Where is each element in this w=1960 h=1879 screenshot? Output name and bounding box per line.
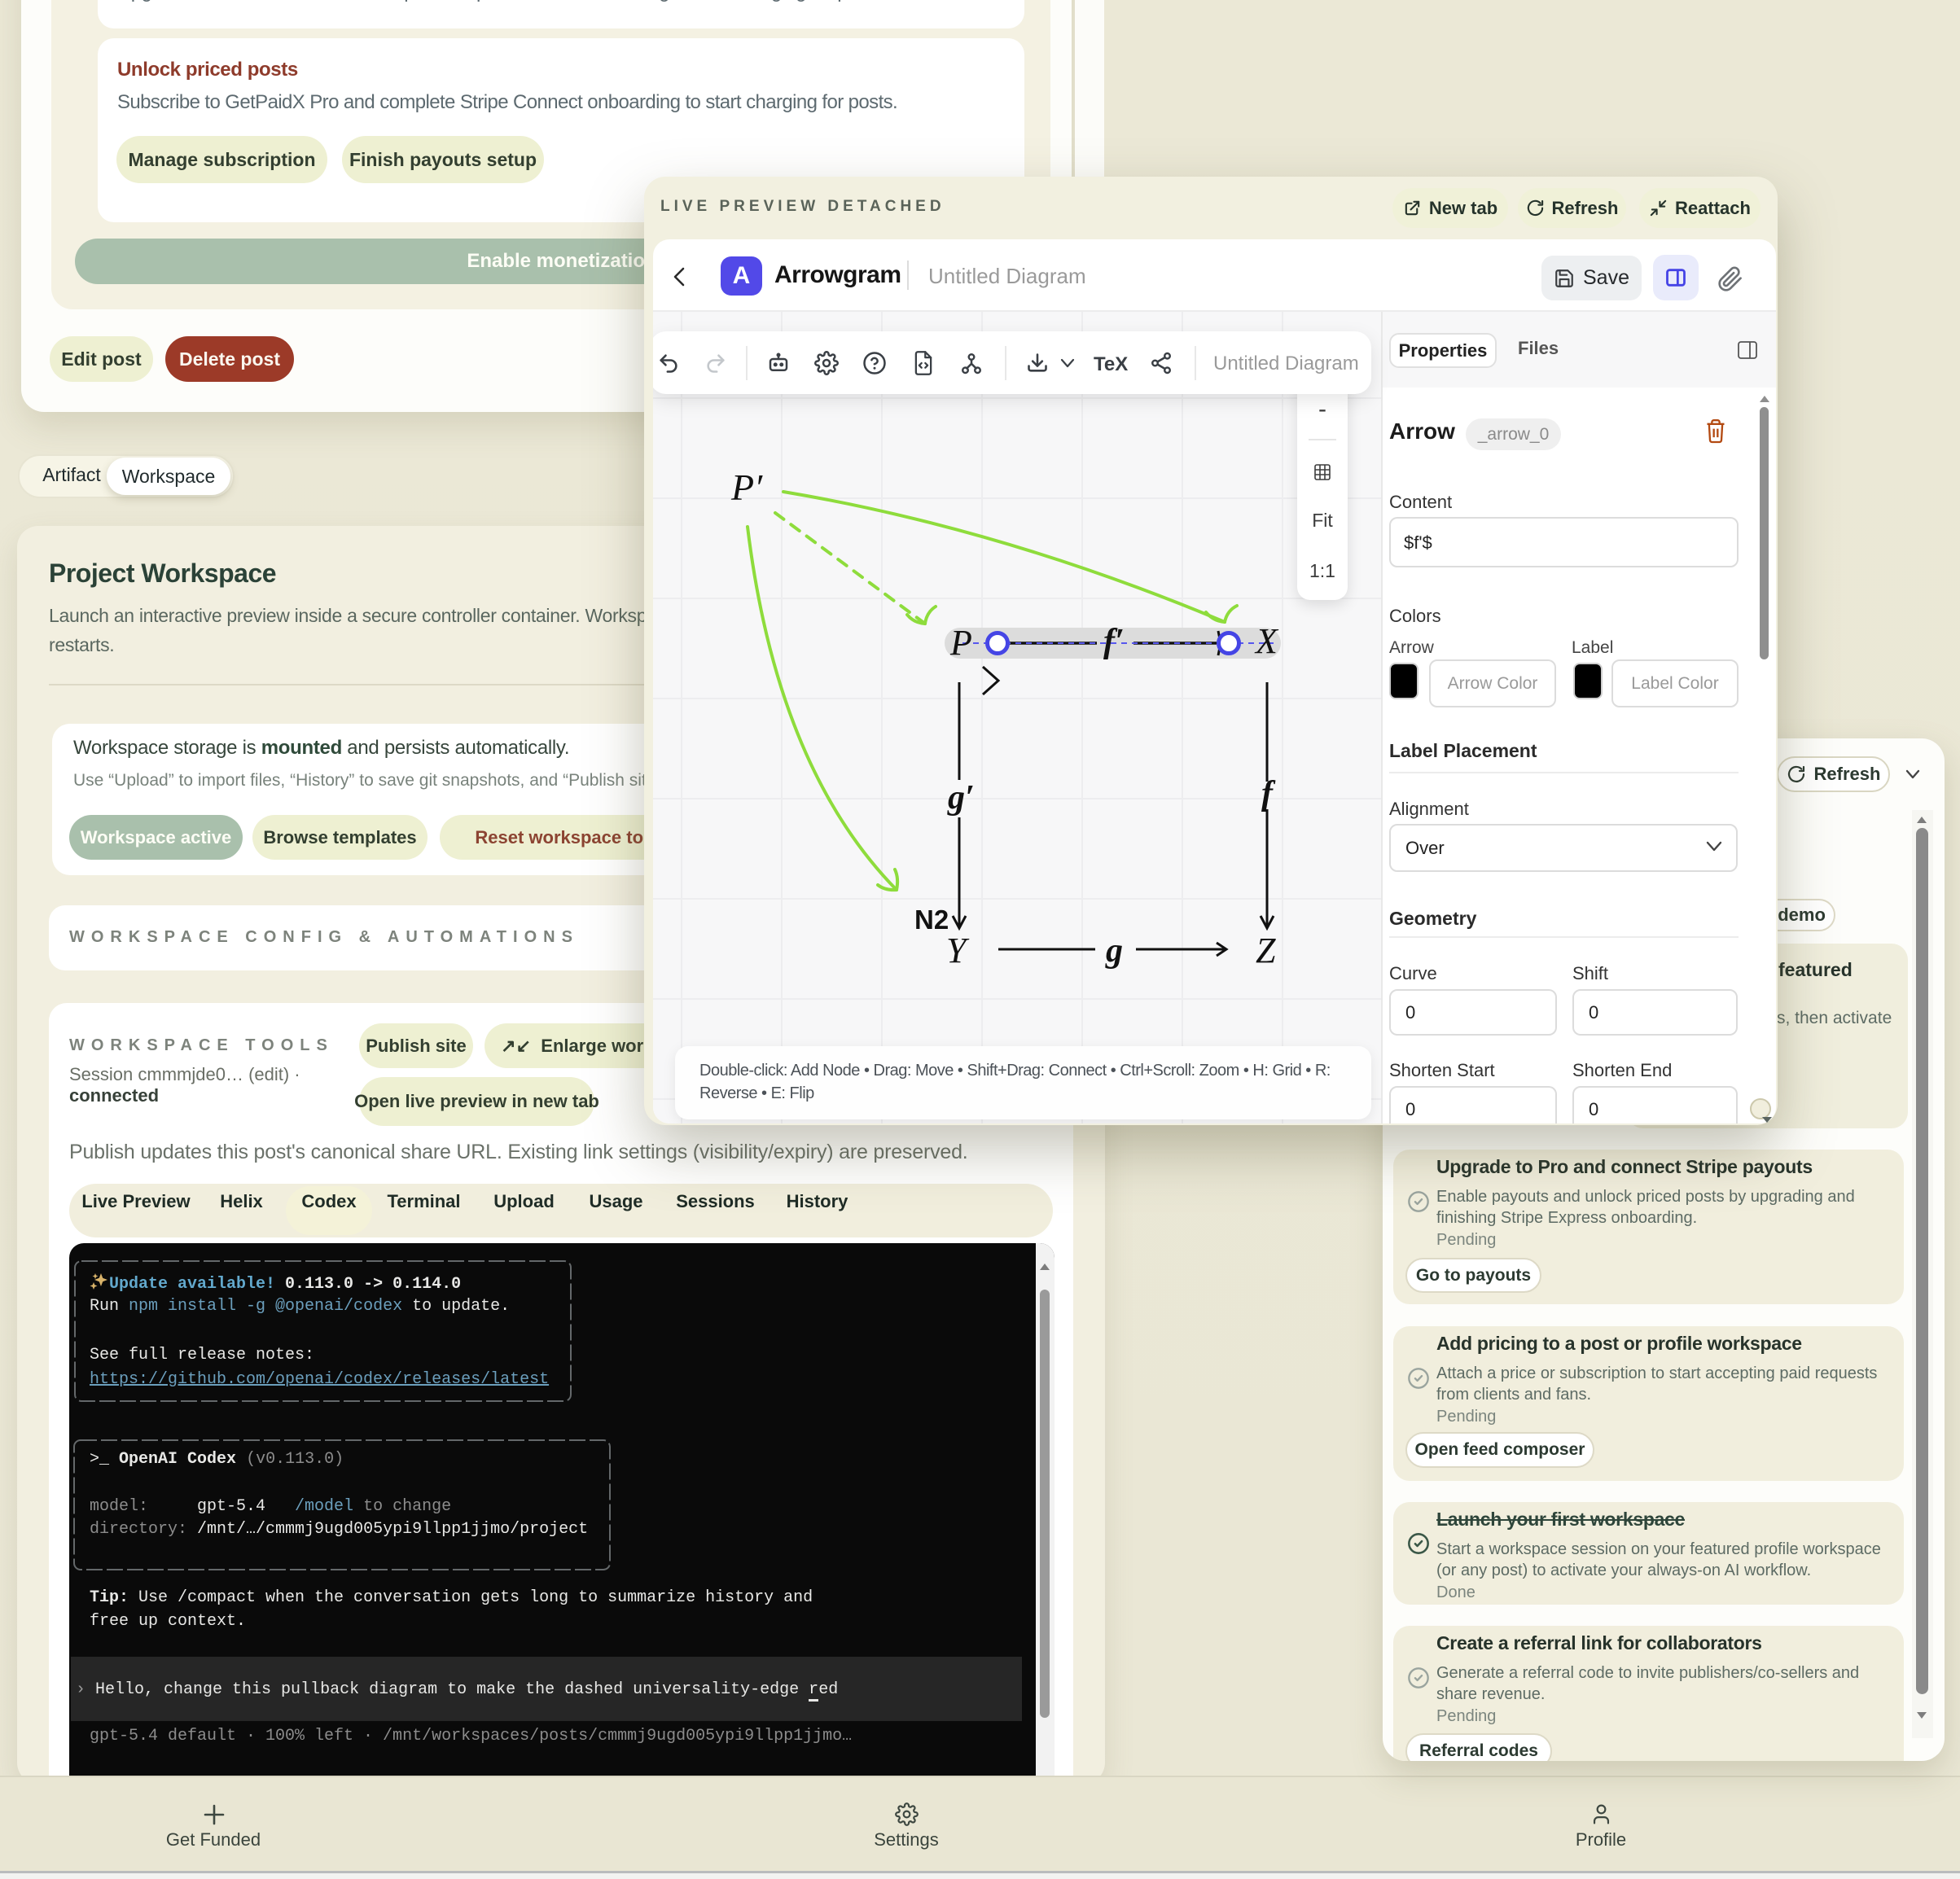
svg-text:f: f — [1261, 775, 1276, 812]
svg-text:g: g — [1105, 932, 1123, 970]
svg-text:P: P — [949, 623, 972, 663]
svg-text:P′: P′ — [730, 466, 763, 508]
svg-text:N2: N2 — [914, 904, 949, 935]
svg-text:g′: g′ — [947, 779, 975, 817]
svg-text:Y: Y — [946, 931, 970, 970]
svg-text:X: X — [1254, 621, 1279, 661]
svg-text:f′: f′ — [1103, 623, 1125, 660]
svg-text:Z: Z — [1256, 931, 1276, 970]
